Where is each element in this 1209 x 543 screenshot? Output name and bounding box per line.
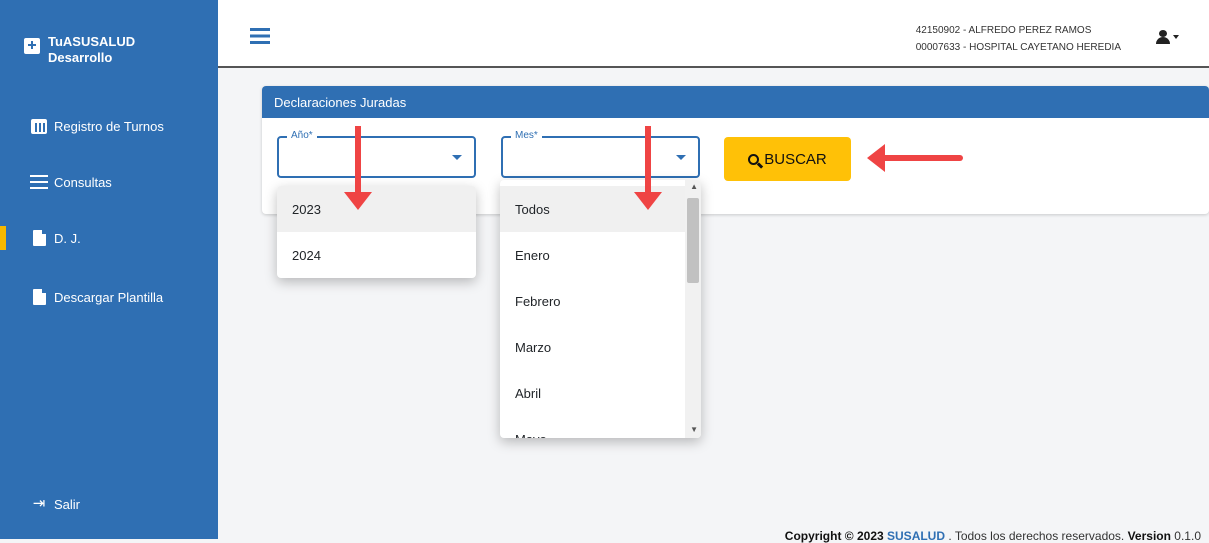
version-label: Version	[1127, 529, 1171, 543]
rights-text: . Todos los derechos reservados.	[948, 529, 1125, 543]
caret-down-icon	[676, 155, 686, 160]
scrollbar[interactable]: ▲ ▼	[685, 180, 701, 438]
annotation-arrow-down-month	[634, 126, 662, 210]
brand-title: TuASUSALUD Desarrollo	[48, 34, 135, 66]
month-option[interactable]: Enero	[500, 232, 701, 278]
month-select-label: Mes*	[511, 130, 542, 141]
user-name: 42150902 - ALFREDO PEREZ RAMOS	[915, 25, 1092, 36]
sidebar-item-label: Consultas	[54, 174, 112, 190]
sidebar: TuASUSALUD Desarrollo Registro de Turnos…	[0, 0, 218, 539]
brand-line1: TuASUSALUD	[48, 34, 136, 49]
file-download-icon	[30, 288, 48, 306]
annotation-arrow-down-year	[344, 126, 372, 210]
logout-button[interactable]: ⇥ Salir	[0, 486, 218, 522]
scrollbar-thumb[interactable]	[687, 198, 699, 283]
user-menu-button[interactable]	[1156, 30, 1179, 44]
pdf-file-icon	[30, 229, 48, 247]
year-option[interactable]: 2023	[277, 186, 476, 232]
month-dropdown: Todos Enero Febrero Marzo Abril Mayo ▲ ▼	[500, 180, 701, 438]
user-icon	[1156, 30, 1170, 44]
logout-label: Salir	[54, 496, 81, 512]
card-title: Declaraciones Juradas	[262, 86, 1209, 118]
chevron-down-icon	[1173, 35, 1179, 39]
year-dropdown: 2023 2024	[277, 186, 476, 278]
footer: Copyright © 2023 SUSALUD . Todos los der…	[785, 529, 1201, 543]
month-option[interactable]: Febrero	[500, 278, 701, 324]
sidebar-item-label: D. J.	[54, 230, 81, 246]
sidebar-item-dj[interactable]: D. J.	[0, 220, 218, 256]
version-value: 0.1.0	[1174, 529, 1201, 543]
month-option[interactable]: Abril	[500, 370, 701, 416]
month-select[interactable]: Mes*	[501, 130, 700, 178]
year-select-label: Año*	[287, 130, 317, 141]
hamburger-menu-icon[interactable]	[250, 28, 270, 44]
caret-down-icon	[452, 155, 462, 160]
month-option[interactable]: Mayo	[500, 416, 701, 439]
susalud-link[interactable]: SUSALUD	[887, 529, 945, 543]
annotation-arrow-left-buscar	[867, 144, 963, 172]
search-button-label: BUSCAR	[764, 150, 827, 168]
user-hospital: 00007633 - HOSPITAL CAYETANO HEREDIA	[915, 42, 1121, 53]
brand-line2: Desarrollo	[48, 50, 113, 65]
sidebar-item-consultas[interactable]: Consultas	[0, 164, 218, 200]
year-option[interactable]: 2024	[277, 232, 476, 278]
list-icon	[30, 173, 48, 191]
year-select[interactable]: Año*	[277, 130, 476, 178]
calendar-icon	[30, 117, 48, 135]
sidebar-item-label: Registro de Turnos	[54, 118, 164, 134]
sidebar-item-registro-turnos[interactable]: Registro de Turnos	[0, 108, 218, 144]
brand[interactable]: TuASUSALUD Desarrollo	[24, 34, 135, 66]
top-bar: 42150902 - ALFREDO PEREZ RAMOS 00007633 …	[218, 0, 1209, 68]
sidebar-item-descargar-plantilla[interactable]: Descargar Plantilla	[0, 279, 218, 315]
user-info: 42150902 - ALFREDO PEREZ RAMOS 00007633 …	[916, 22, 1121, 56]
search-icon	[748, 153, 760, 165]
medical-plus-icon	[24, 38, 40, 54]
scroll-up-icon[interactable]: ▲	[690, 182, 698, 191]
sidebar-item-label: Descargar Plantilla	[54, 289, 164, 305]
month-option[interactable]: Marzo	[500, 324, 701, 370]
sign-out-icon: ⇥	[32, 495, 46, 512]
search-button[interactable]: BUSCAR	[724, 137, 851, 181]
scroll-down-icon[interactable]: ▼	[690, 425, 698, 434]
copyright-text: Copyright © 2023	[784, 529, 884, 543]
